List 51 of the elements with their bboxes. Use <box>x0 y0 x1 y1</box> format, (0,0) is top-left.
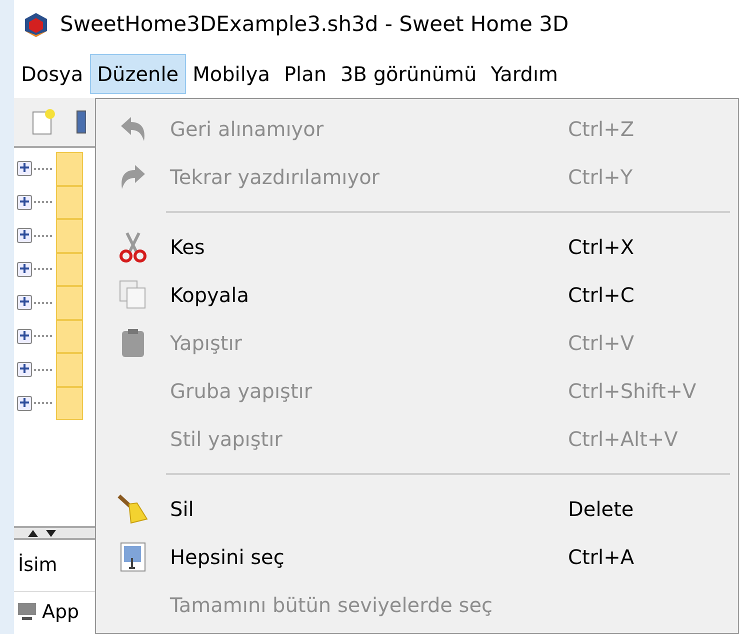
expand-toggle[interactable] <box>17 228 32 244</box>
menu-item[interactable]: Mobilya <box>186 54 277 94</box>
column-header[interactable]: İsim <box>18 551 58 580</box>
expand-arrow-icon[interactable] <box>46 530 56 536</box>
folder-icon <box>56 286 83 320</box>
clipboard-icon <box>120 328 146 358</box>
shortcut-label: Ctrl+Z <box>568 116 634 143</box>
menu-item[interactable]: Kopyala Ctrl+C <box>96 271 738 319</box>
app-logo-icon <box>22 11 50 39</box>
folder-icon <box>56 386 83 420</box>
shortcut-label: Ctrl+X <box>568 234 634 261</box>
expand-toggle[interactable] <box>17 328 32 344</box>
copy-icon <box>119 280 147 310</box>
window-title: SweetHome3DExample3.sh3d - Sweet Home 3D <box>60 11 569 38</box>
expand-toggle[interactable] <box>17 194 32 210</box>
expand-toggle[interactable] <box>17 362 32 378</box>
expand-toggle[interactable] <box>17 396 32 411</box>
folder-icon <box>56 186 83 219</box>
select-all-icon <box>120 542 146 572</box>
menu-item[interactable]: 3B görünümü <box>334 54 484 94</box>
scissors-icon <box>119 231 147 263</box>
menu-item[interactable]: Yardım <box>484 54 566 94</box>
folder-icon <box>56 320 83 353</box>
shortcut-label: Ctrl+A <box>568 544 634 571</box>
toolbar-icon[interactable] <box>76 109 86 135</box>
folder-icon <box>56 252 83 286</box>
expand-toggle[interactable] <box>17 295 32 310</box>
redo-icon <box>119 164 147 190</box>
menu-item[interactable]: Düzenle <box>90 54 186 94</box>
menu-item[interactable]: Dosya <box>14 54 90 94</box>
collapse-arrow-icon[interactable] <box>28 530 38 536</box>
menu-item[interactable]: Sil Delete <box>96 485 738 533</box>
computer-icon <box>16 602 38 622</box>
new-document-icon[interactable] <box>32 109 56 135</box>
shortcut-label: Ctrl+Y <box>568 164 633 191</box>
shortcut-label: Delete <box>568 496 634 523</box>
menu-item[interactable]: Kes Ctrl+X <box>96 223 738 271</box>
broom-icon <box>117 493 149 525</box>
shortcut-label: Ctrl+C <box>568 282 634 309</box>
menu-item[interactable]: Hepsini seç Ctrl+A <box>96 533 738 581</box>
folder-icon <box>56 353 83 386</box>
shortcut-label: Ctrl+Alt+V <box>568 426 678 453</box>
menu-item[interactable]: Plan <box>276 54 334 94</box>
shortcut-label: Ctrl+V <box>568 330 634 357</box>
table-cell-text: App <box>42 600 80 625</box>
folder-icon <box>56 152 83 186</box>
shortcut-label: Ctrl+Shift+V <box>568 378 696 405</box>
expand-toggle[interactable] <box>17 161 32 176</box>
undo-icon <box>119 116 147 142</box>
expand-toggle[interactable] <box>17 262 32 277</box>
folder-icon <box>56 219 83 252</box>
